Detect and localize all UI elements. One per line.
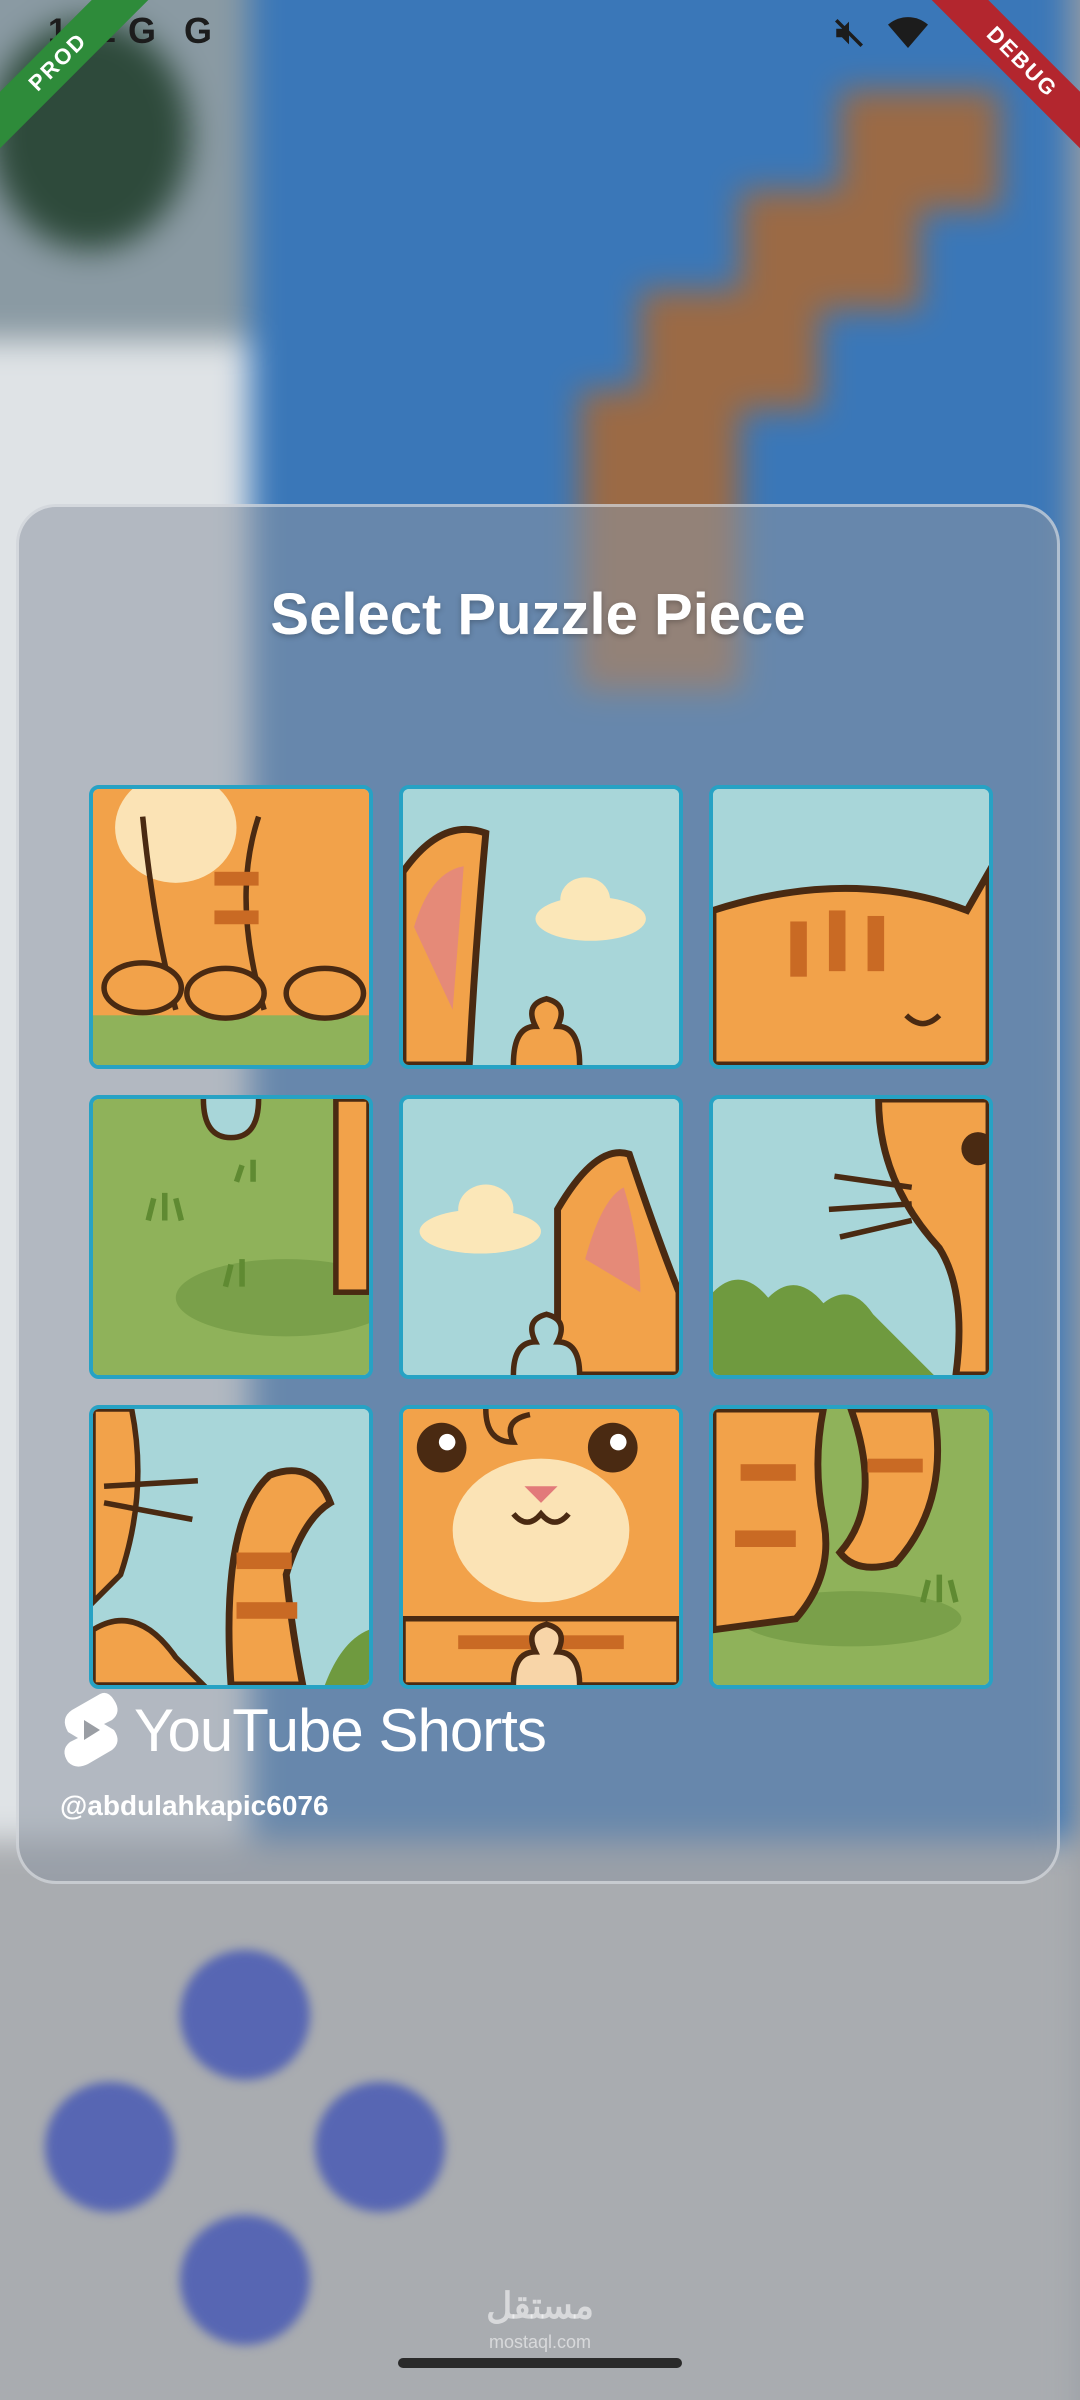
cat-tail-grass-image <box>713 1409 989 1685</box>
dpad-down-button[interactable] <box>180 2215 310 2345</box>
cat-tail-image <box>93 1409 369 1685</box>
home-indicator[interactable] <box>398 2358 682 2368</box>
puzzle-piece-3[interactable] <box>709 785 993 1069</box>
puzzle-piece-9[interactable] <box>709 1405 993 1689</box>
wifi-icon <box>888 17 928 48</box>
mute-icon <box>834 18 864 48</box>
mostaql-logo-latin: mostaql.com <box>488 2332 592 2352</box>
dpad-left-button[interactable] <box>45 2082 175 2212</box>
dpad-right-button[interactable] <box>315 2082 445 2212</box>
mostaql-logo: مستقل mostaql.com <box>470 2288 610 2360</box>
youtube-shorts-label: YouTube Shorts <box>134 1697 547 1764</box>
cloud-cat-ear-image <box>403 1099 679 1375</box>
google-icon: G <box>184 10 213 51</box>
google-icon: G <box>128 10 157 51</box>
cat-ear-cloud-image <box>403 789 679 1065</box>
dpad-up-button[interactable] <box>180 1950 310 2080</box>
cat-back-image <box>713 789 989 1065</box>
puzzle-piece-7[interactable] <box>89 1405 373 1689</box>
grass-image <box>93 1099 369 1375</box>
cat-paws-image <box>93 789 369 1065</box>
puzzle-piece-8[interactable] <box>399 1405 683 1689</box>
youtube-shorts-icon <box>64 1692 118 1767</box>
puzzle-piece-4[interactable] <box>89 1095 373 1379</box>
puzzle-piece-5[interactable] <box>399 1095 683 1379</box>
dpad[interactable] <box>0 1920 500 2345</box>
cat-whiskers-image <box>713 1099 989 1375</box>
puzzle-piece-grid <box>89 785 1011 1693</box>
dialog-title: Select Puzzle Piece <box>270 582 806 647</box>
puzzle-piece-2[interactable] <box>399 785 683 1069</box>
puzzle-piece-1[interactable] <box>89 785 373 1069</box>
channel-handle: @abdulahkapic6076 <box>60 1790 329 1821</box>
puzzle-piece-dialog: Select Puzzle Piece <box>16 504 1060 1884</box>
status-bar: 1:22 G G <box>0 0 1080 64</box>
mostaql-logo-arabic: مستقل <box>486 2285 594 2326</box>
cat-face-image <box>403 1409 679 1685</box>
puzzle-piece-6[interactable] <box>709 1095 993 1379</box>
